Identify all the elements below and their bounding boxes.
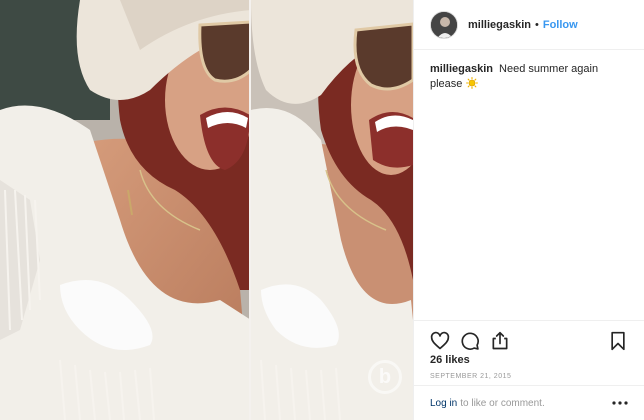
comment-icon[interactable]: [460, 331, 480, 351]
action-icons-row: [414, 321, 644, 353]
caption-username[interactable]: milliegaskin: [430, 63, 493, 75]
photo-panel-right: [251, 0, 413, 420]
separator-dot: •: [534, 18, 539, 31]
likes-count[interactable]: 26 likes: [414, 354, 644, 366]
post-side-panel: milliegaskin • Follow milliegaskin Need …: [413, 0, 644, 420]
heart-icon[interactable]: [430, 331, 450, 351]
login-link[interactable]: Log in: [430, 398, 457, 409]
watermark-logo: b: [368, 360, 402, 394]
more-icon[interactable]: [612, 400, 628, 406]
caption: milliegaskin Need summer again please: [430, 62, 628, 94]
share-icon[interactable]: [490, 331, 510, 351]
sun-emoji-icon: [466, 77, 479, 94]
username-link[interactable]: milliegaskin: [468, 19, 531, 31]
login-bar: Log in to like or comment.: [414, 385, 644, 420]
avatar[interactable]: [430, 10, 458, 39]
post-photo[interactable]: b: [0, 0, 413, 420]
photo-panel-left: [0, 0, 251, 420]
post-header: milliegaskin • Follow: [414, 0, 644, 50]
login-prompt-text: to like or comment.: [460, 397, 545, 409]
comments-section: milliegaskin Need summer again please: [414, 50, 644, 319]
post-date[interactable]: September 21, 2015: [414, 373, 644, 380]
follow-button[interactable]: Follow: [543, 19, 578, 31]
bookmark-icon[interactable]: [608, 331, 628, 351]
